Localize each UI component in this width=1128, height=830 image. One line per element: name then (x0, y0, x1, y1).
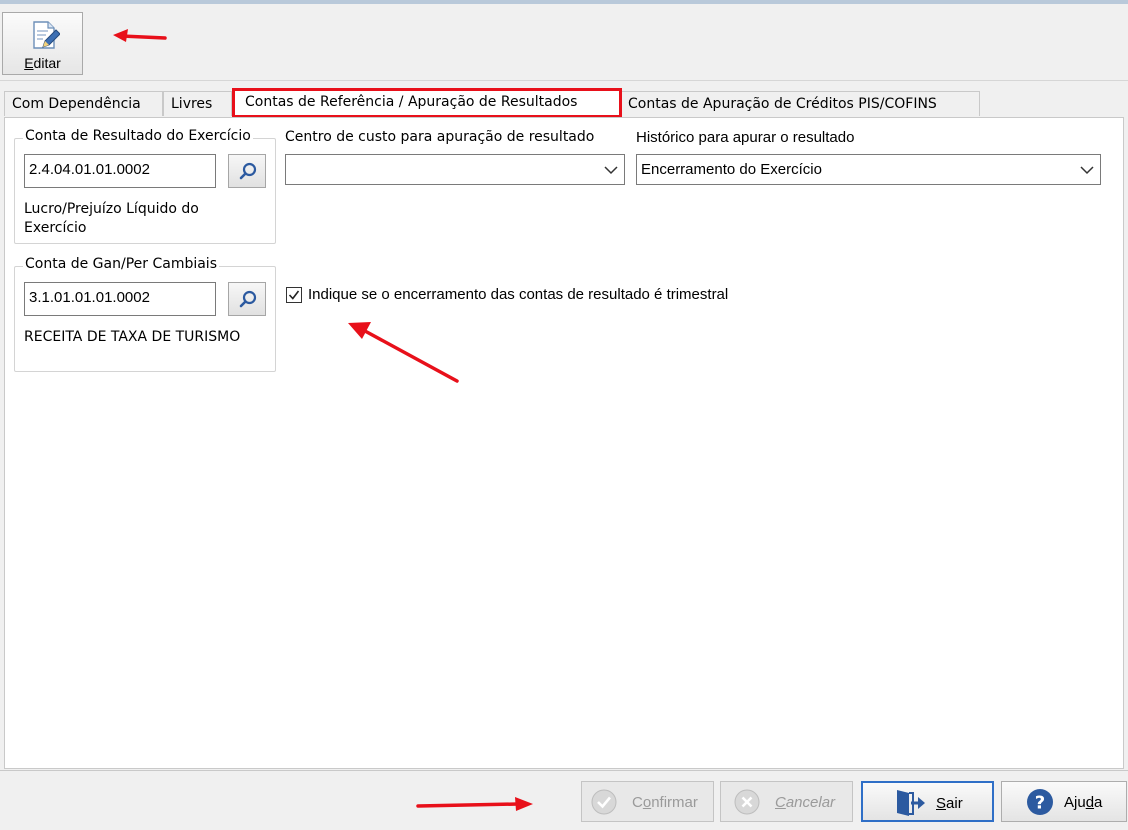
trimestral-checkbox[interactable] (286, 287, 302, 303)
toolbar: Editar (0, 4, 1128, 81)
annotation-arrow-icon (113, 29, 167, 42)
tab-livres[interactable]: Livres (163, 91, 232, 116)
historico-select[interactable]: Encerramento do Exercício (636, 154, 1101, 185)
edit-button[interactable]: Editar (2, 12, 83, 75)
group-gan-per-cambiais: Conta de Gan/Per Cambiais 3.1.01.01.01.0… (14, 256, 276, 372)
search-icon (239, 162, 257, 180)
group-title: Conta de Resultado do Exercício (23, 128, 253, 144)
lookup-button-resultado[interactable] (228, 154, 266, 188)
exit-door-icon (897, 790, 925, 816)
edit-label: ditar (33, 55, 61, 71)
confirmar-button[interactable]: Confirmar (581, 781, 714, 822)
tab-contas-apuracao-creditos[interactable]: Contas de Apuração de Créditos PIS/COFIN… (620, 91, 980, 116)
annotation-arrow-icon (416, 797, 533, 811)
conta-cambiais-input[interactable]: 3.1.01.01.01.0002 (24, 282, 216, 316)
conta-resultado-input[interactable]: 2.4.04.01.01.0002 (24, 154, 216, 188)
svg-text:?: ? (1035, 793, 1045, 814)
tab-com-dependencia[interactable]: Com Dependência (4, 91, 163, 116)
historico-label: Histórico para apurar o resultado (636, 129, 855, 146)
centro-custo-select[interactable] (285, 154, 625, 185)
tab-panel: Conta de Resultado do Exercício 2.4.04.0… (4, 117, 1124, 769)
tab-strip: Com Dependência Livres Contas de Apuraçã… (0, 88, 1128, 118)
ajuda-button[interactable]: ? Ajuda (1001, 781, 1127, 822)
conta-resultado-description: Lucro/Prejuízo Líquido do Exercício (24, 201, 199, 236)
sair-button[interactable]: Sair (861, 781, 994, 822)
trimestral-label: Indique se o encerramento das contas de … (308, 286, 729, 303)
group-title: Conta de Gan/Per Cambiais (23, 256, 219, 272)
help-icon: ? (1027, 789, 1053, 815)
centro-custo-label: Centro de custo para apuração de resulta… (285, 129, 595, 145)
check-circle-icon (591, 789, 617, 815)
edit-document-icon (33, 21, 60, 49)
tab-contas-referencia[interactable]: Contas de Referência / Apuração de Resul… (232, 88, 622, 118)
footer-bar: Confirmar Cancelar Sair ? Ajuda (0, 770, 1128, 830)
chevron-down-icon (604, 166, 618, 175)
edit-accel: E (24, 55, 34, 71)
group-resultado-exercicio: Conta de Resultado do Exercício 2.4.04.0… (14, 128, 276, 244)
cancelar-button[interactable]: Cancelar (720, 781, 853, 822)
x-circle-icon (734, 789, 760, 815)
annotation-arrow-icon (348, 322, 459, 383)
lookup-button-cambiais[interactable] (228, 282, 266, 316)
checkmark-icon (288, 290, 300, 300)
search-icon (239, 290, 257, 308)
conta-cambiais-description: RECEITA DE TAXA DE TURISMO (24, 329, 241, 345)
chevron-down-icon (1080, 166, 1094, 175)
